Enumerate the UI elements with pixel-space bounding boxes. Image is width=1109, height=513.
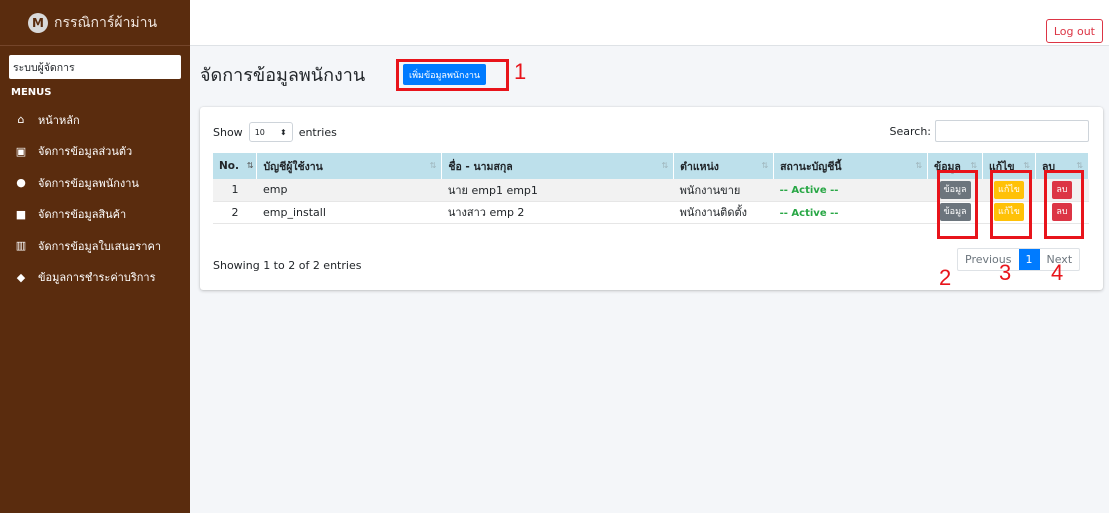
select-arrows-icon: ⬍ xyxy=(279,127,287,137)
sidebar-item-quotations[interactable]: ▥ จัดการข้อมูลใบเสนอราคา xyxy=(0,230,190,262)
sidebar-item-label: หน้าหลัก xyxy=(38,113,80,127)
cell-status: -- Active -- xyxy=(773,201,928,224)
search-input[interactable] xyxy=(935,120,1089,142)
cell-position: พนักงานติดตั้ง xyxy=(673,201,774,224)
topbar: Log out xyxy=(190,0,1109,46)
annotation-number-2: 2 xyxy=(939,265,952,290)
sidebar-item-products[interactable]: ■ จัดการข้อมูลสินค้า xyxy=(0,199,190,231)
sidebar-item-employees[interactable]: ● จัดการข้อมูลพนักงาน xyxy=(0,167,190,199)
entries-value: 10 xyxy=(254,127,265,137)
brand[interactable]: M กรรณิการ์ผ้าม่าน xyxy=(0,0,190,46)
entries-select[interactable]: 10 ⬍ xyxy=(248,122,293,142)
sort-icon: ⇅ xyxy=(915,161,923,170)
page-title: จัดการข้อมูลพนักงาน xyxy=(200,65,366,86)
sort-icon: ⇅ xyxy=(661,161,669,170)
table-info: Showing 1 to 2 of 2 entries xyxy=(213,259,362,272)
annotation-box-2 xyxy=(937,170,978,239)
sidebar-item-label: จัดการข้อมูลสินค้า xyxy=(38,208,127,222)
sidebar-item-home[interactable]: ⌂ หน้าหลัก xyxy=(0,104,190,136)
sidebar-item-label: จัดการข้อมูลพนักงาน xyxy=(38,176,139,190)
status-badge: -- Active -- xyxy=(779,207,839,219)
annotation-number-1: 1 xyxy=(514,59,527,84)
column-header-status[interactable]: สถานะบัญชีนี้ ⇅ xyxy=(773,153,929,179)
annotation-box-3 xyxy=(990,170,1032,239)
truck-icon: ◆ xyxy=(16,270,26,284)
menus-header: MENUS xyxy=(11,87,52,98)
home-icon: ⌂ xyxy=(17,113,25,127)
cell-status: -- Active -- xyxy=(773,179,928,202)
cell-position: พนักงานขาย xyxy=(673,179,774,202)
user-panel[interactable]: ระบบผู้จัดการ xyxy=(9,55,181,79)
sidebar-item-label: จัดการข้อมูลใบเสนอราคา xyxy=(38,239,162,253)
product-icon: ■ xyxy=(15,207,27,221)
column-header-position[interactable]: ตำแหน่ง ⇅ xyxy=(673,153,775,179)
chart-icon: ▥ xyxy=(15,239,27,253)
cell-no: 2 xyxy=(213,201,257,224)
sidebar-item-payments[interactable]: ◆ ข้อมูลการชำระค่าบริการ xyxy=(0,262,190,294)
brand-logo: M xyxy=(28,12,48,33)
column-header-username[interactable]: บัญชีผู้ใช้งาน ⇅ xyxy=(256,153,443,179)
sort-icon: ⇅ xyxy=(1076,161,1083,170)
cell-username: emp xyxy=(256,179,442,202)
cell-fullname: นาย emp1 emp1 xyxy=(441,179,674,202)
sort-icon: ⇅ xyxy=(1023,161,1030,170)
users-icon: ● xyxy=(16,176,26,190)
page-button[interactable]: 1 xyxy=(1018,249,1040,270)
column-header-no[interactable]: No. ⇅ xyxy=(213,153,258,179)
sort-icon: ⇅ xyxy=(970,161,978,170)
show-label: Show xyxy=(213,125,243,139)
logout-button[interactable]: Log out xyxy=(1045,19,1103,43)
sort-icon: ⇅ xyxy=(761,161,769,170)
sort-icon: ⇅ xyxy=(246,161,254,170)
annotation-box-1 xyxy=(396,59,509,91)
cell-no: 1 xyxy=(213,179,257,202)
status-badge: -- Active -- xyxy=(779,185,839,197)
annotation-box-4 xyxy=(1044,170,1084,239)
entries-length-control: Show 10 ⬍ entries xyxy=(213,122,337,142)
sort-icon: ⇅ xyxy=(429,161,437,170)
annotation-number-4: 4 xyxy=(1051,260,1064,285)
cell-fullname: นางสาว emp 2 xyxy=(441,201,674,224)
sidebar-item-label: จัดการข้อมูลส่วนตัว xyxy=(38,145,133,159)
id-card-icon: ▣ xyxy=(15,144,27,158)
annotation-number-3: 3 xyxy=(999,260,1012,285)
sidebar-item-label: ข้อมูลการชำระค่าบริการ xyxy=(38,271,156,285)
entries-label: entries xyxy=(298,125,337,139)
cell-username: emp_install xyxy=(256,201,442,224)
search-control: Search: xyxy=(889,120,1089,142)
search-label: Search: xyxy=(889,124,932,138)
brand-name: กรรณิการ์ผ้าม่าน xyxy=(54,14,158,31)
sidebar: M กรรณิการ์ผ้าม่าน ระบบผู้จัดการ MENUS ⌂… xyxy=(0,0,190,513)
sidebar-item-profile[interactable]: ▣ จัดการข้อมูลส่วนตัว xyxy=(0,136,190,168)
column-header-fullname[interactable]: ชื่อ - นามสกุล ⇅ xyxy=(441,153,675,179)
